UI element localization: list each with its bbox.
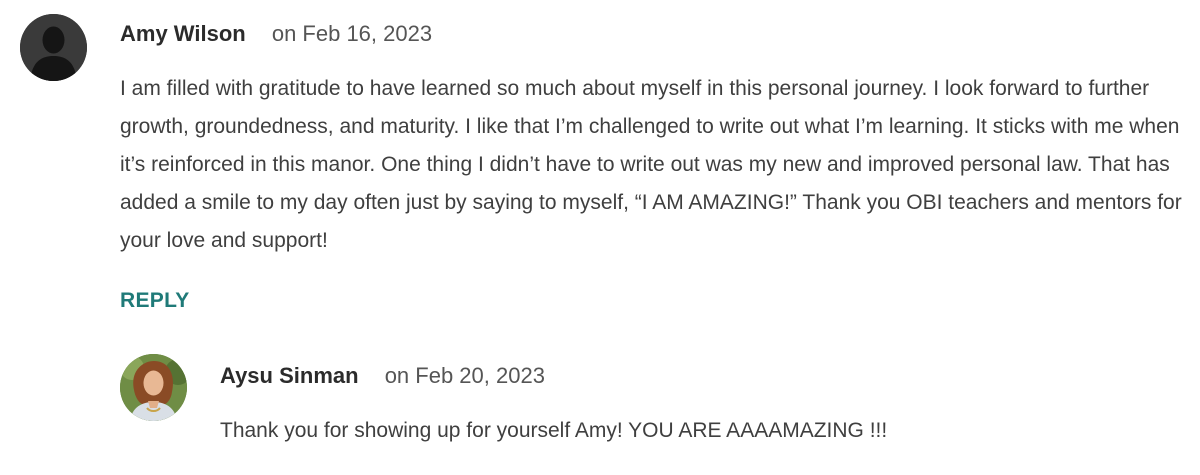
comment-meta: Amy Wilson on Feb 16, 2023 — [120, 20, 432, 48]
avatar — [120, 354, 187, 421]
user-silhouette-icon — [20, 14, 87, 81]
comment-amy-wilson: Amy Wilson on Feb 16, 2023 I am filled w… — [0, 0, 1200, 330]
comment-author: Amy Wilson — [120, 21, 246, 46]
comment-author: Aysu Sinman — [220, 363, 359, 388]
comment-text: Thank you for showing up for yourself Am… — [220, 419, 888, 442]
comment-aysu-sinman: Aysu Sinman on Feb 20, 2023 Thank you fo… — [0, 340, 1200, 470]
comment-text: I am filled with gratitude to have learn… — [120, 77, 1182, 252]
comment-date: on Feb 20, 2023 — [384, 363, 545, 388]
user-photo-icon — [120, 354, 187, 421]
avatar — [20, 14, 87, 81]
comment-meta: Aysu Sinman on Feb 20, 2023 — [220, 362, 545, 390]
reply-link[interactable]: REPLY — [120, 289, 190, 313]
comment-date: on Feb 16, 2023 — [271, 21, 433, 46]
